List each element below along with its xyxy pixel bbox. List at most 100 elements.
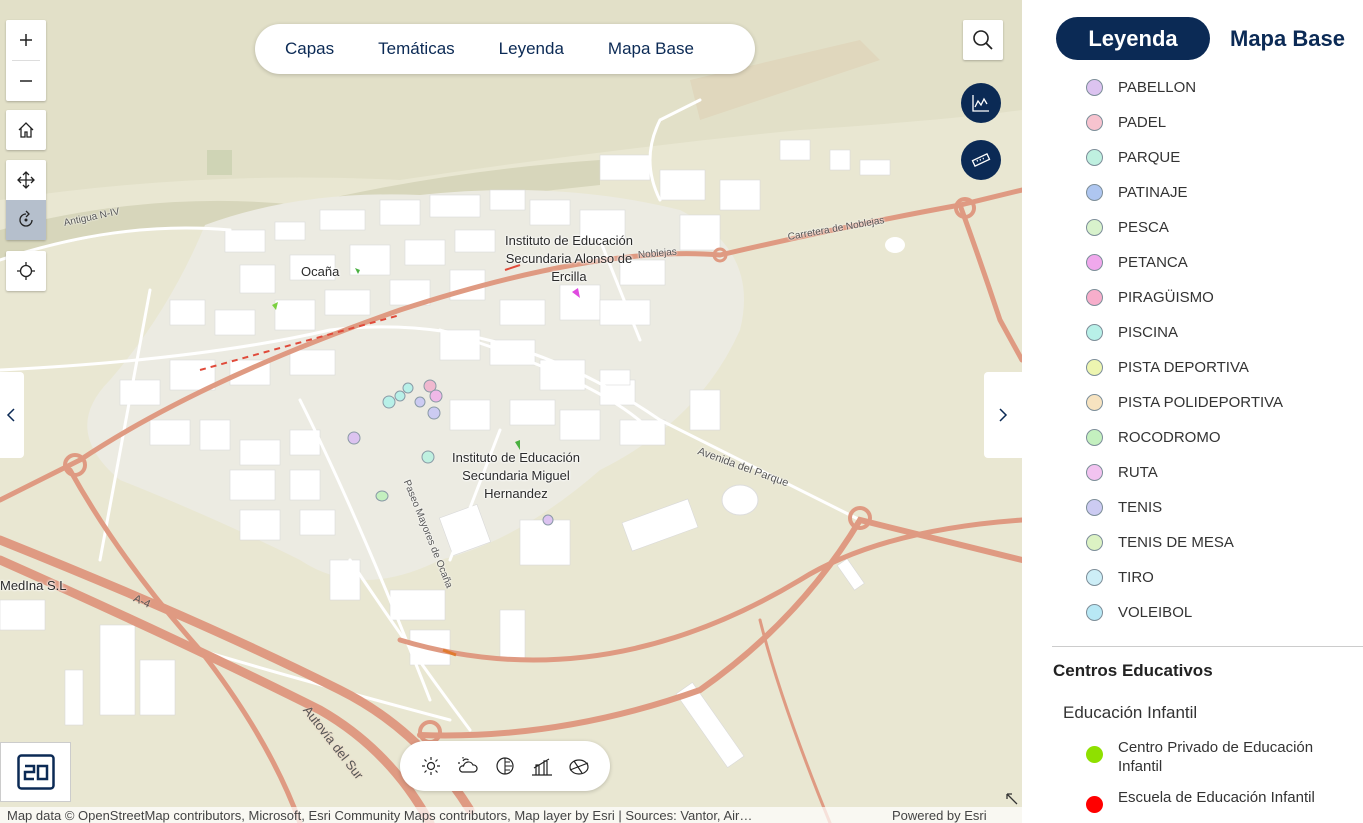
place-label-ocana: Ocaña: [301, 264, 340, 279]
expand-icon[interactable]: [1005, 792, 1019, 806]
legend-label: ROCODROMO: [1118, 429, 1221, 446]
legend-item: TENIS DE MESA: [1086, 525, 1283, 560]
legend-item: ROCODROMO: [1086, 420, 1283, 455]
elevation-profile-button[interactable]: [961, 83, 1001, 123]
subsection-title-educacion-infantil: Educación Infantil: [1063, 703, 1198, 722]
legend-item: PISTA DEPORTIVA: [1086, 350, 1283, 385]
tab-leyenda[interactable]: Leyenda: [1056, 17, 1210, 60]
home-icon: [18, 122, 34, 138]
legend-label: PETANCA: [1118, 254, 1188, 271]
powered-by-esri[interactable]: Powered by Esri: [892, 807, 987, 823]
legend-swatch: [1086, 324, 1103, 341]
legend-swatch: [1086, 79, 1103, 96]
shadow-cast-icon: [496, 757, 514, 775]
collapse-left-button[interactable]: [0, 372, 24, 458]
legend-swatch: [1086, 394, 1103, 411]
legend-swatch: [1086, 429, 1103, 446]
collapse-right-button[interactable]: [984, 372, 1022, 458]
legend-item: PADEL: [1086, 105, 1283, 140]
legend-label: PABELLON: [1118, 79, 1197, 96]
legend-label: PATINAJE: [1118, 184, 1188, 201]
nav-capas[interactable]: Capas: [285, 39, 334, 59]
line-of-sight-icon: [532, 758, 553, 776]
zoom-controls: [6, 20, 46, 101]
search-icon: [973, 30, 993, 50]
tab-mapa-base[interactable]: Mapa Base: [1230, 26, 1345, 52]
shadow-cast-button[interactable]: [493, 754, 517, 778]
slice-button[interactable]: [567, 754, 591, 778]
rotate-button[interactable]: [6, 200, 46, 240]
legend-item: PIRAGÜISMO: [1086, 280, 1283, 315]
legend-swatch: [1086, 534, 1103, 551]
daylight-button[interactable]: [419, 754, 443, 778]
legend-label: PIRAGÜISMO: [1118, 289, 1214, 306]
chevron-right-icon: [999, 408, 1008, 422]
education-swatch: [1086, 796, 1103, 813]
slice-icon: [569, 759, 589, 775]
place-label-medina: MedIna S.L: [0, 578, 67, 593]
home-button[interactable]: [6, 110, 46, 150]
attribution-text[interactable]: Map data © OpenStreetMap contributors, M…: [7, 807, 877, 823]
legend-item: PABELLON: [1086, 70, 1283, 105]
legend-label: TENIS DE MESA: [1118, 534, 1234, 551]
legend-label: TENIS: [1118, 499, 1163, 516]
locate-button[interactable]: [6, 251, 46, 291]
section-divider: [1052, 646, 1363, 647]
place-label-ies-miguel-hernandez: Instituto de Educación Secundaria Miguel…: [452, 450, 580, 501]
daylight-icon: [421, 757, 440, 775]
legend-item: RUTA: [1086, 455, 1283, 490]
analysis-toolbar: [400, 741, 610, 791]
rotate-icon: [19, 210, 33, 227]
locate-control: [6, 251, 46, 291]
education-label: Centro Privado de Educación Infantil: [1118, 739, 1314, 775]
education-legend-list: Centro Privado de Educación Infantil Esc…: [1086, 738, 1343, 823]
zoom-out-icon: [20, 80, 32, 82]
locate-icon: [17, 262, 35, 280]
legend-item: PISCINA: [1086, 315, 1283, 350]
legend-item: VOLEIBOL: [1086, 595, 1283, 630]
map-canvas[interactable]: [0, 0, 1022, 823]
legend-item: PISTA POLIDEPORTIVA: [1086, 385, 1283, 420]
legend-swatch: [1086, 149, 1103, 166]
legend-label: VOLEIBOL: [1118, 604, 1193, 621]
zoom-in-button[interactable]: [6, 20, 46, 60]
legend-swatch: [1086, 604, 1103, 621]
navigation-controls: [6, 160, 46, 240]
legend-swatch: [1086, 359, 1103, 376]
legend-swatch: [1086, 254, 1103, 271]
elevation-profile-icon: [972, 95, 989, 112]
view-2d-icon: [16, 754, 55, 790]
search-button[interactable]: [963, 20, 1003, 60]
education-label: Escuela de Educación Infantil: [1118, 789, 1315, 806]
education-legend-item: Centro Privado de Educación Infantil: [1086, 738, 1343, 776]
top-navigation: Capas Temáticas Leyenda Mapa Base: [255, 24, 755, 74]
nav-leyenda[interactable]: Leyenda: [499, 39, 564, 59]
weather-button[interactable]: [456, 754, 480, 778]
nav-mapa-base[interactable]: Mapa Base: [608, 39, 694, 59]
view-toggle-2d-button[interactable]: [0, 742, 71, 802]
legend-swatch: [1086, 219, 1103, 236]
legend-label: PADEL: [1118, 114, 1167, 131]
legend-list: PABELLON PADEL PARQUE PATINAJE PESCA PET…: [1086, 70, 1283, 630]
home-control: [6, 110, 46, 150]
chevron-left-icon: [6, 408, 15, 422]
legend-label: PISTA DEPORTIVA: [1118, 359, 1249, 376]
nav-tematicas[interactable]: Temáticas: [378, 39, 455, 59]
legend-swatch: [1086, 499, 1103, 516]
legend-swatch: [1086, 114, 1103, 131]
legend-item: PARQUE: [1086, 140, 1283, 175]
measure-icon: [971, 153, 991, 167]
zoom-out-button[interactable]: [6, 61, 46, 101]
map-view[interactable]: Ocaña Instituto de Educación Secundaria …: [0, 0, 1022, 823]
section-title-centros-educativos: Centros Educativos: [1053, 661, 1213, 680]
legend-swatch: [1086, 184, 1103, 201]
legend-item: PESCA: [1086, 210, 1283, 245]
attribution-bar: Map data © OpenStreetMap contributors, M…: [0, 807, 1022, 823]
legend-label: RUTA: [1118, 464, 1158, 481]
pan-icon: [17, 171, 35, 189]
measure-button[interactable]: [961, 140, 1001, 180]
legend-label: PARQUE: [1118, 149, 1181, 166]
line-of-sight-button[interactable]: [530, 754, 554, 778]
pan-button[interactable]: [6, 160, 46, 200]
legend-label: PISCINA: [1118, 324, 1179, 341]
